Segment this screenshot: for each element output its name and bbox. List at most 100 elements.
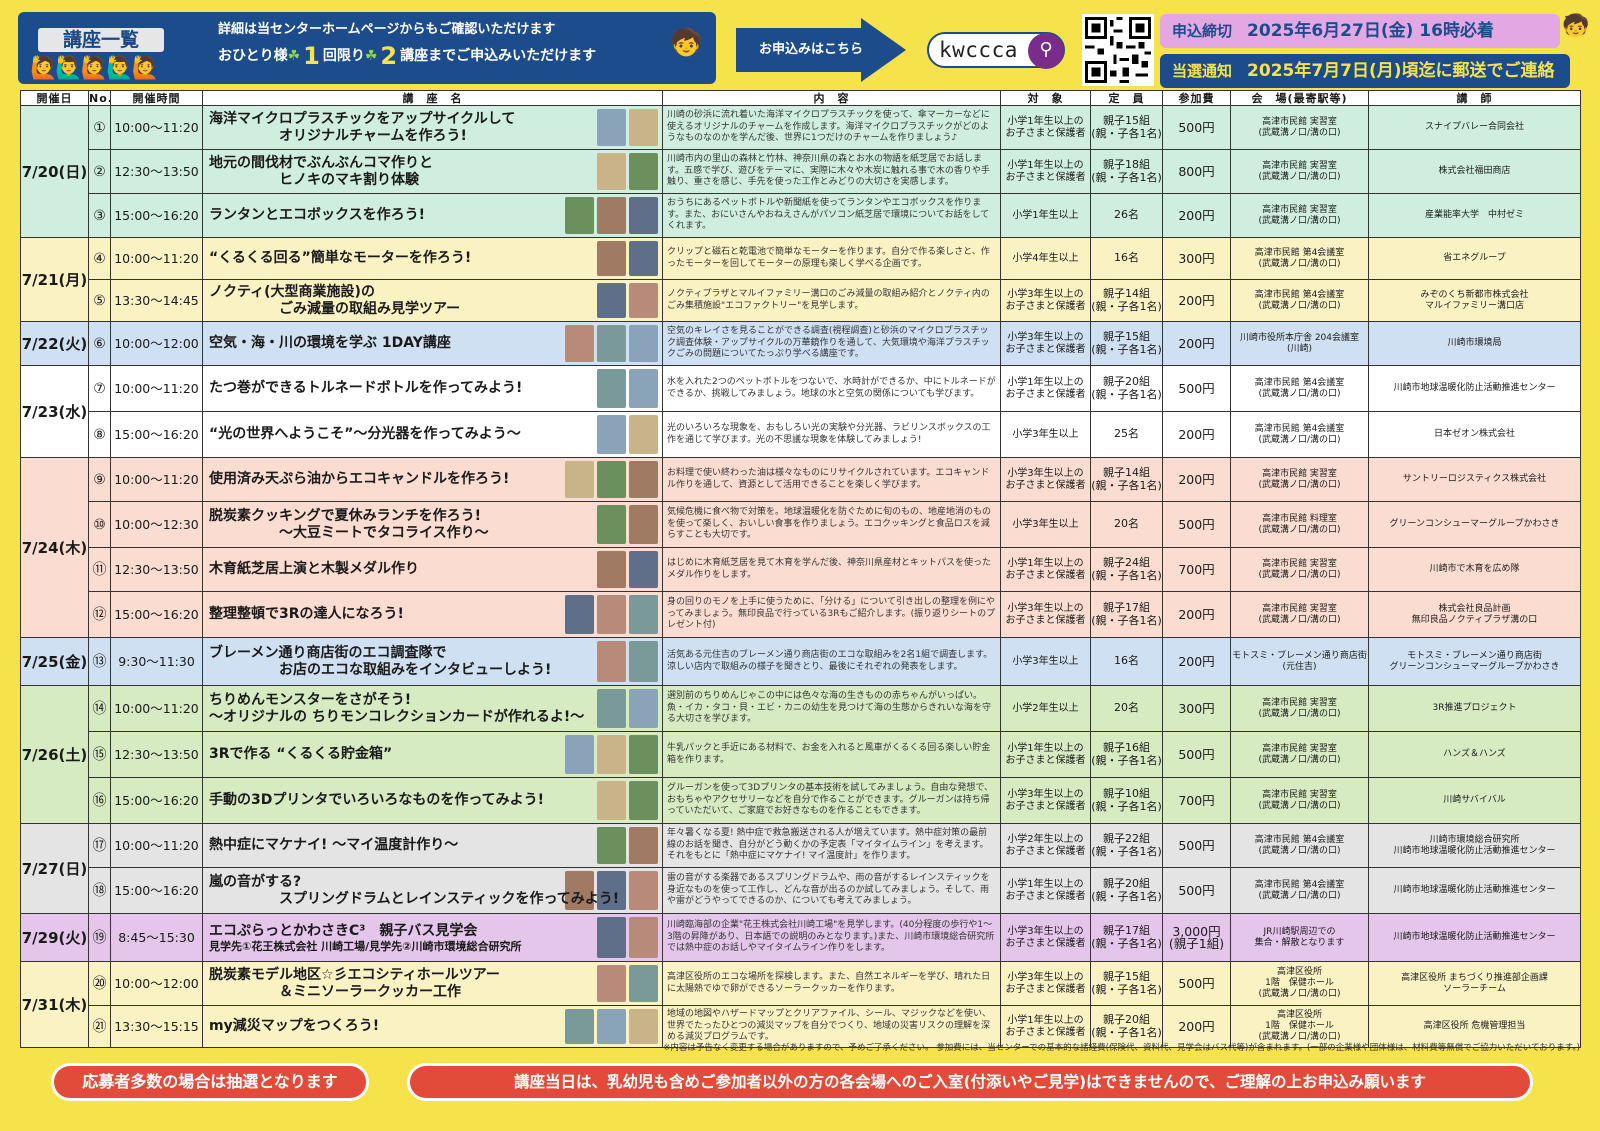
course-venue: 高津市民館 実習室 (武蔵溝ノ口/溝の口) bbox=[1230, 193, 1369, 238]
qr-code-icon[interactable] bbox=[1082, 14, 1154, 86]
header: 講座一覧 🙋🙋‍♂️🙋🙋‍♂️🙋 詳細は当センターホームページからもご確認いただ… bbox=[10, 10, 1590, 88]
table-row: 7/26(土) ⑭ 10:00～11:20 ちりめんモンスターをさがそう! ～オリジナ… bbox=[20, 685, 1581, 824]
notice-date: 2025年7月7日(月)頃迄に郵送でご連絡 bbox=[1247, 61, 1555, 81]
course-instructor: サントリーロジスティクス株式会社 bbox=[1368, 457, 1581, 502]
course-instructor: 株式会社福田商店 bbox=[1368, 149, 1581, 194]
course-instructor: 産業能率大学 中村ゼミ bbox=[1368, 193, 1581, 238]
course-number: ⑦ bbox=[88, 365, 111, 412]
course-number: ⑱ bbox=[88, 867, 111, 914]
course-capacity: 親子10組 (親・子各1名) bbox=[1090, 777, 1163, 824]
table-header-row: 開催日No.開催時間講 座 名内 容対 象定 員参加費会 場(最寄駅等)講 師 bbox=[20, 90, 1581, 106]
course-target: 小学3年生以上 bbox=[1000, 501, 1091, 548]
course-content: 雷の音がする楽器であるスプリングドラムや、雨の音がするレインスティックを身近なも… bbox=[662, 867, 1001, 914]
course-target: 小学3年生以上の お子さまと保護者 bbox=[1000, 457, 1091, 502]
course-time: 10:00～12:30 bbox=[110, 501, 203, 548]
course-instructor: グリーンコンシューマーグループかわさき bbox=[1368, 501, 1581, 548]
course-content: 身の回りのモノを上手に使うために、「分ける」について引き出しの整理を例にやってみ… bbox=[662, 591, 1001, 638]
sprout-icon: ☘ bbox=[364, 48, 378, 64]
date-cell: 7/25(金) bbox=[20, 637, 89, 686]
course-venue: 高津市民館 第4会議室 (武蔵溝ノ口/溝の口) bbox=[1230, 279, 1369, 322]
header-detail: 詳細は当センターホームページからもご確認いただけます おひとり様 ☘ 1 回限り… bbox=[218, 20, 596, 70]
course-subtitle: 見学先①花王株式会社 川崎工場/見学先②川崎市環境総合研究所 bbox=[209, 939, 522, 953]
col-date-header: 開催日 bbox=[20, 90, 89, 106]
course-number: ⑰ bbox=[88, 823, 111, 868]
course-content: 牛乳パックと手近にある材料で、お金を入れると風車がくるくる回る楽しい貯金箱を作り… bbox=[662, 731, 1001, 778]
col-title-header: 講 座 名 bbox=[202, 90, 663, 106]
course-fee: 200円 bbox=[1162, 321, 1231, 366]
course-number: ⑬ bbox=[88, 637, 111, 686]
course-capacity: 親子20組 (親・子各1名) bbox=[1090, 365, 1163, 412]
search-icon[interactable]: ⚲ bbox=[1028, 33, 1064, 69]
table-row: 7/25(金) ⑬ 9:30～11:30 ブレーメン通り商店街のエコ調査隊で お店のエ… bbox=[20, 637, 1581, 686]
course-fee: 700円 bbox=[1162, 547, 1231, 592]
table-row: ⑯ 15:00～16:20 手動の3Dプリンタでいろいろなものを作ってみよう! グルー… bbox=[20, 777, 1581, 824]
course-target: 小学1年生以上の お子さまと保護者 bbox=[1000, 867, 1091, 914]
detail-line2: おひとり様 ☘ 1 回限り ☘ 2 講座までご申込みいただけます bbox=[218, 42, 596, 70]
course-fee: 300円 bbox=[1162, 237, 1231, 280]
course-instructor: 川崎サバイバル bbox=[1368, 777, 1581, 824]
course-venue: 高津市民館 第4会議室 (武蔵溝ノ口/溝の口) bbox=[1230, 365, 1369, 412]
course-content: 光のいろいろな現象を、おもしろい光の実験や分光器、ラビリンスボックスの工作を通じ… bbox=[662, 411, 1001, 458]
course-target: 小学3年生以上 bbox=[1000, 411, 1091, 458]
course-instructor: みぞのくち新都市株式会社 マルイファミリー溝口店 bbox=[1368, 279, 1581, 322]
table-row: 7/23(水) ⑦ 10:00～11:20 たつ巻ができるトルネードボトルを作ってみよ… bbox=[20, 365, 1581, 458]
course-instructor: ハンズ＆ハンズ bbox=[1368, 731, 1581, 778]
course-fee: 200円 bbox=[1162, 591, 1231, 638]
date-cell: 7/29(火) bbox=[20, 913, 89, 962]
course-title: “くるくる回る”簡単なモーターを作ろう! bbox=[209, 250, 472, 266]
course-content: 水を入れた2つのペットボトルをつないで、水時計ができるか、中にトルネードができる… bbox=[662, 365, 1001, 412]
course-time: 12:30～13:50 bbox=[110, 547, 203, 592]
course-capacity: 親子17組 (親・子各1名) bbox=[1090, 591, 1163, 638]
course-venue: 高津市民館 第4会議室 (武蔵溝ノ口/溝の口) bbox=[1230, 237, 1369, 280]
detail-n1: 1 bbox=[303, 42, 320, 70]
apply-label: お申込みはこちら bbox=[758, 42, 863, 57]
course-time: 8:45～15:30 bbox=[110, 913, 203, 962]
table-row: 7/27(日) ⑰ 10:00～11:20 熱中症にマケナイ! ～マイ温度計作り～ 年々… bbox=[20, 823, 1581, 914]
course-title-cell: 熱中症にマケナイ! ～マイ温度計作り～ bbox=[202, 823, 663, 868]
course-number: ⑭ bbox=[88, 685, 111, 732]
date-cell: 7/21(月) bbox=[20, 237, 89, 322]
course-fee: 300円 bbox=[1162, 685, 1231, 732]
course-title: 脱炭素モデル地区☆彡エコシティホールツアー ＆ミニソーラークッカー工作 bbox=[209, 966, 500, 1000]
course-fee: 500円 bbox=[1162, 501, 1231, 548]
course-capacity: 親子20組 (親・子各1名) bbox=[1090, 867, 1163, 914]
course-title-cell: 嵐の音がする? スプリングドラムとレインスティックを作ってみよう! bbox=[202, 867, 663, 914]
table-row: ⑧ 15:00～16:20 “光の世界へようこそ”～分光器を作ってみよう～ 光のいろい… bbox=[20, 411, 1581, 458]
course-capacity: 20名 bbox=[1090, 501, 1163, 548]
course-time: 10:00～11:20 bbox=[110, 823, 203, 868]
course-title: my減災マップをつくろう! bbox=[209, 1018, 380, 1034]
course-title-cell: 脱炭素モデル地区☆彡エコシティホールツアー ＆ミニソーラークッカー工作 bbox=[202, 961, 663, 1006]
course-instructor: 川崎市地球温暖化防止活動推進センター bbox=[1368, 365, 1581, 412]
course-instructor: 3R推進プロジェクト bbox=[1368, 685, 1581, 732]
course-title: たつ巻ができるトルネードボトルを作ってみよう! bbox=[209, 380, 523, 396]
course-content: 川崎市内の里山の森林と竹林、神奈川県の森とお水の物語を紙芝居でお話します。五感で… bbox=[662, 149, 1001, 194]
course-title-cell: 木育紙芝居上演と木製メダル作り bbox=[202, 547, 663, 592]
table-row: 7/31(木) ⑳ 10:00～12:00 脱炭素モデル地区☆彡エコシティホールツアー… bbox=[20, 961, 1581, 1048]
search-box[interactable]: kwccca ⚲ bbox=[927, 32, 1065, 69]
course-number: ⑩ bbox=[88, 501, 111, 548]
course-capacity: 親子15組 (親・子各1名) bbox=[1090, 961, 1163, 1006]
course-target: 小学3年生以上の お子さまと保護者 bbox=[1000, 961, 1091, 1006]
course-capacity: 16名 bbox=[1090, 237, 1163, 280]
course-number: ③ bbox=[88, 193, 111, 238]
course-target: 小学1年生以上の お子さまと保護者 bbox=[1000, 365, 1091, 412]
course-capacity: 親子22組 (親・子各1名) bbox=[1090, 823, 1163, 868]
table-row: ⑪ 12:30～13:50 木育紙芝居上演と木製メダル作り はじめに木育紙芝居を見て木… bbox=[20, 547, 1581, 592]
course-time: 15:00～16:20 bbox=[110, 411, 203, 458]
course-content: 高津区役所のエコな場所を探検します。また、自然エネルギーを学び、晴れた日に太陽熱… bbox=[662, 961, 1001, 1006]
table-row: 7/29(火) ⑲ 8:45～15:30 エコぷらっとかわさきC³ 親子バス見学会 見学… bbox=[20, 913, 1581, 962]
course-venue: 川崎市役所本庁舎 204会議室 (川崎) bbox=[1230, 321, 1369, 366]
course-venue: 高津市民館 第4会議室 (武蔵溝ノ口/溝の口) bbox=[1230, 411, 1369, 458]
course-title-cell: “光の世界へようこそ”～分光器を作ってみよう～ bbox=[202, 411, 663, 458]
course-target: 小学1年生以上の お子さまと保護者 bbox=[1000, 105, 1091, 150]
course-title: “光の世界へようこそ”～分光器を作ってみよう～ bbox=[209, 426, 521, 442]
course-fee: 500円 bbox=[1162, 731, 1231, 778]
course-title: ブレーメン通り商店街のエコ調査隊で お店のエコな取組みをインタビューしよう! bbox=[209, 644, 552, 678]
children-illustration: 🙋🙋‍♂️🙋🙋‍♂️🙋 bbox=[30, 56, 159, 81]
footnote: ※内容は予告なく変更する場合がありますので、予めご了承ください。 参加費には、当… bbox=[663, 1043, 1580, 1053]
table-row: 7/24(木) ⑨ 10:00～11:20 使用済み天ぷら油からエコキャンドルを作ろう… bbox=[20, 457, 1581, 638]
course-number: ① bbox=[88, 105, 111, 150]
col-time-header: 開催時間 bbox=[110, 90, 203, 106]
col-no-header: No. bbox=[88, 90, 111, 106]
course-title: ちりめんモンスターをさがそう! ～オリジナルの ちりモンコレクションカードが作れ… bbox=[209, 691, 585, 725]
